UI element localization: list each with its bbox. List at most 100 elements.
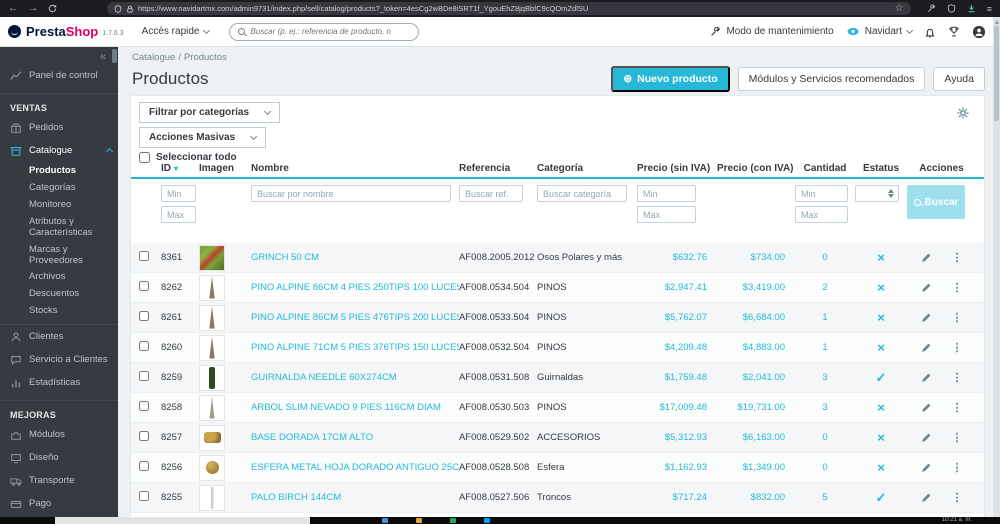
- row-checkbox[interactable]: [139, 371, 149, 381]
- status-toggle[interactable]: ×: [855, 401, 907, 414]
- edit-pencil-icon[interactable]: [921, 492, 932, 503]
- select-all-input[interactable]: [139, 152, 150, 163]
- recommended-modules-button[interactable]: Módulos y Servicios recomendados: [737, 67, 926, 91]
- col-nombre[interactable]: Nombre: [251, 163, 459, 174]
- row-checkbox[interactable]: [139, 311, 149, 321]
- product-name-link[interactable]: ESFERA METAL HOJA DORADO ANTIGUO 25CM: [251, 462, 459, 473]
- row-menu-dots-icon[interactable]: ⋮: [952, 371, 963, 384]
- sort-desc-icon[interactable]: ▾: [174, 164, 178, 173]
- sidebar-item-categorias[interactable]: Categorías: [0, 180, 118, 197]
- product-name-link[interactable]: GUIRNALDA NEEDLE 60X274CM: [251, 372, 459, 383]
- status-toggle[interactable]: ×: [855, 251, 907, 264]
- row-checkbox[interactable]: [139, 461, 149, 471]
- col-precio-con-iva[interactable]: Precio (con IVA): [717, 163, 795, 174]
- breadcrumb-root[interactable]: Catalogue: [132, 52, 175, 63]
- new-product-button[interactable]: ⊕ Nuevo producto: [611, 66, 730, 92]
- download-icon[interactable]: [967, 4, 976, 13]
- row-checkbox[interactable]: [139, 341, 149, 351]
- sidebar-item-modulos[interactable]: Módulos: [0, 424, 118, 447]
- id-max-filter[interactable]: [161, 206, 196, 223]
- row-checkbox[interactable]: [139, 401, 149, 411]
- row-menu-dots-icon[interactable]: ⋮: [952, 341, 963, 354]
- id-min-filter[interactable]: [161, 185, 196, 202]
- browser-menu-icon[interactable]: ≡: [987, 4, 992, 14]
- edit-pencil-icon[interactable]: [921, 252, 932, 263]
- bookmark-star-icon[interactable]: ☆: [895, 2, 904, 15]
- scrollbar-thumb[interactable]: [994, 26, 999, 121]
- row-checkbox[interactable]: [139, 491, 149, 501]
- col-id[interactable]: ID ▾: [161, 163, 199, 174]
- product-name-link[interactable]: PINO ALPINE 86CM 5 PIES 476TIPS 200 LUCE…: [251, 312, 459, 323]
- row-menu-dots-icon[interactable]: ⋮: [952, 311, 963, 324]
- achievements-trophy-icon[interactable]: [948, 26, 960, 38]
- price-max-filter[interactable]: [637, 206, 697, 223]
- qty-min-filter[interactable]: [795, 185, 848, 202]
- edit-pencil-icon[interactable]: [921, 432, 932, 443]
- sidebar-item-monitoreo[interactable]: Monitoreo: [0, 197, 118, 214]
- filter-by-categories-dropdown[interactable]: Filtrar por categorías: [139, 102, 281, 123]
- sidebar-item-atributos[interactable]: Atributos y Características: [0, 214, 118, 242]
- row-menu-dots-icon[interactable]: ⋮: [952, 281, 963, 294]
- category-filter[interactable]: [537, 185, 627, 202]
- edit-pencil-icon[interactable]: [921, 342, 932, 353]
- sidebar-item-archivos[interactable]: Archivos: [0, 269, 118, 286]
- quick-access-menu[interactable]: Accès rapide: [142, 26, 211, 37]
- browser-extension-wrench-icon[interactable]: [927, 4, 936, 13]
- sidebar-item-stocks[interactable]: Stocks: [0, 303, 118, 320]
- sidebar-item-productos[interactable]: Productos: [0, 163, 118, 180]
- taskbar-app-icon[interactable]: [450, 518, 456, 523]
- edit-pencil-icon[interactable]: [921, 282, 932, 293]
- col-precio-sin-iva[interactable]: Precio (sin IVA): [637, 163, 717, 174]
- product-name-link[interactable]: PALO BIRCH 144CM: [251, 492, 459, 503]
- status-toggle[interactable]: ×: [855, 431, 907, 444]
- sidebar-item-transporte[interactable]: Transporte: [0, 470, 118, 493]
- sidebar-item-marcas[interactable]: Marcas y Proveedores: [0, 242, 118, 270]
- taskbar-app-icon[interactable]: [484, 518, 490, 523]
- status-filter-select[interactable]: [855, 185, 899, 202]
- status-toggle[interactable]: ✓: [855, 371, 907, 384]
- prestashop-logo-icon[interactable]: [8, 25, 21, 38]
- status-toggle[interactable]: ×: [855, 461, 907, 474]
- sidebar-item-estadisticas[interactable]: Estadísticas: [0, 372, 118, 395]
- product-name-link[interactable]: PINO ALPINE 86CM 4 PIES 250TIPS 100 LUCE…: [251, 282, 459, 293]
- row-checkbox[interactable]: [139, 281, 149, 291]
- os-taskbar[interactable]: 10:21 a. m.: [0, 517, 1000, 524]
- scroll-up-arrow-icon[interactable]: [994, 20, 999, 24]
- status-toggle[interactable]: ×: [855, 311, 907, 324]
- edit-pencil-icon[interactable]: [921, 402, 932, 413]
- browser-shield-icon[interactable]: [947, 4, 956, 13]
- view-shop-dropdown[interactable]: Navidart: [846, 26, 914, 37]
- sidebar-item-catalogue[interactable]: Catalogue: [0, 140, 118, 163]
- row-menu-dots-icon[interactable]: ⋮: [952, 251, 963, 264]
- taskbar-icons[interactable]: [382, 518, 518, 523]
- taskbar-app-icon[interactable]: [416, 518, 422, 523]
- edit-pencil-icon[interactable]: [921, 462, 932, 473]
- row-menu-dots-icon[interactable]: ⋮: [952, 431, 963, 444]
- browser-reload-icon[interactable]: [48, 4, 57, 13]
- row-checkbox[interactable]: [139, 251, 149, 261]
- logo-text[interactable]: Presta: [26, 24, 66, 39]
- product-name-link[interactable]: ARBOL SLIM NEVADO 9 PIES 116CM DIAM: [251, 402, 459, 413]
- row-checkbox[interactable]: [139, 431, 149, 441]
- col-cantidad[interactable]: Cantidad: [795, 163, 855, 174]
- status-toggle[interactable]: ×: [855, 281, 907, 294]
- reference-filter[interactable]: [459, 185, 523, 202]
- admin-search[interactable]: [229, 22, 420, 41]
- sidebar-scrollbar[interactable]: [112, 49, 117, 63]
- name-filter[interactable]: [251, 185, 451, 202]
- row-menu-dots-icon[interactable]: ⋮: [952, 491, 963, 504]
- status-toggle[interactable]: ×: [855, 341, 907, 354]
- product-name-link[interactable]: BASE DORADA 17CM ALTO: [251, 432, 459, 443]
- page-scrollbar[interactable]: [993, 17, 1000, 517]
- sidebar-item-pago[interactable]: Pago: [0, 493, 118, 516]
- sidebar-item-dashboard[interactable]: Panel de control: [0, 65, 118, 88]
- grid-search-button[interactable]: Buscar: [907, 185, 965, 219]
- sidebar-item-diseno[interactable]: Diseño: [0, 447, 118, 470]
- shield-icon[interactable]: [114, 4, 122, 13]
- taskbar-app-icon[interactable]: [382, 518, 388, 523]
- status-toggle[interactable]: ✓: [855, 491, 907, 504]
- col-referencia[interactable]: Referencia: [459, 163, 537, 174]
- bulk-actions-dropdown[interactable]: Acciones Masivas: [139, 127, 267, 148]
- notifications-bell-icon[interactable]: [924, 26, 936, 38]
- browser-forward-icon[interactable]: →: [28, 0, 38, 17]
